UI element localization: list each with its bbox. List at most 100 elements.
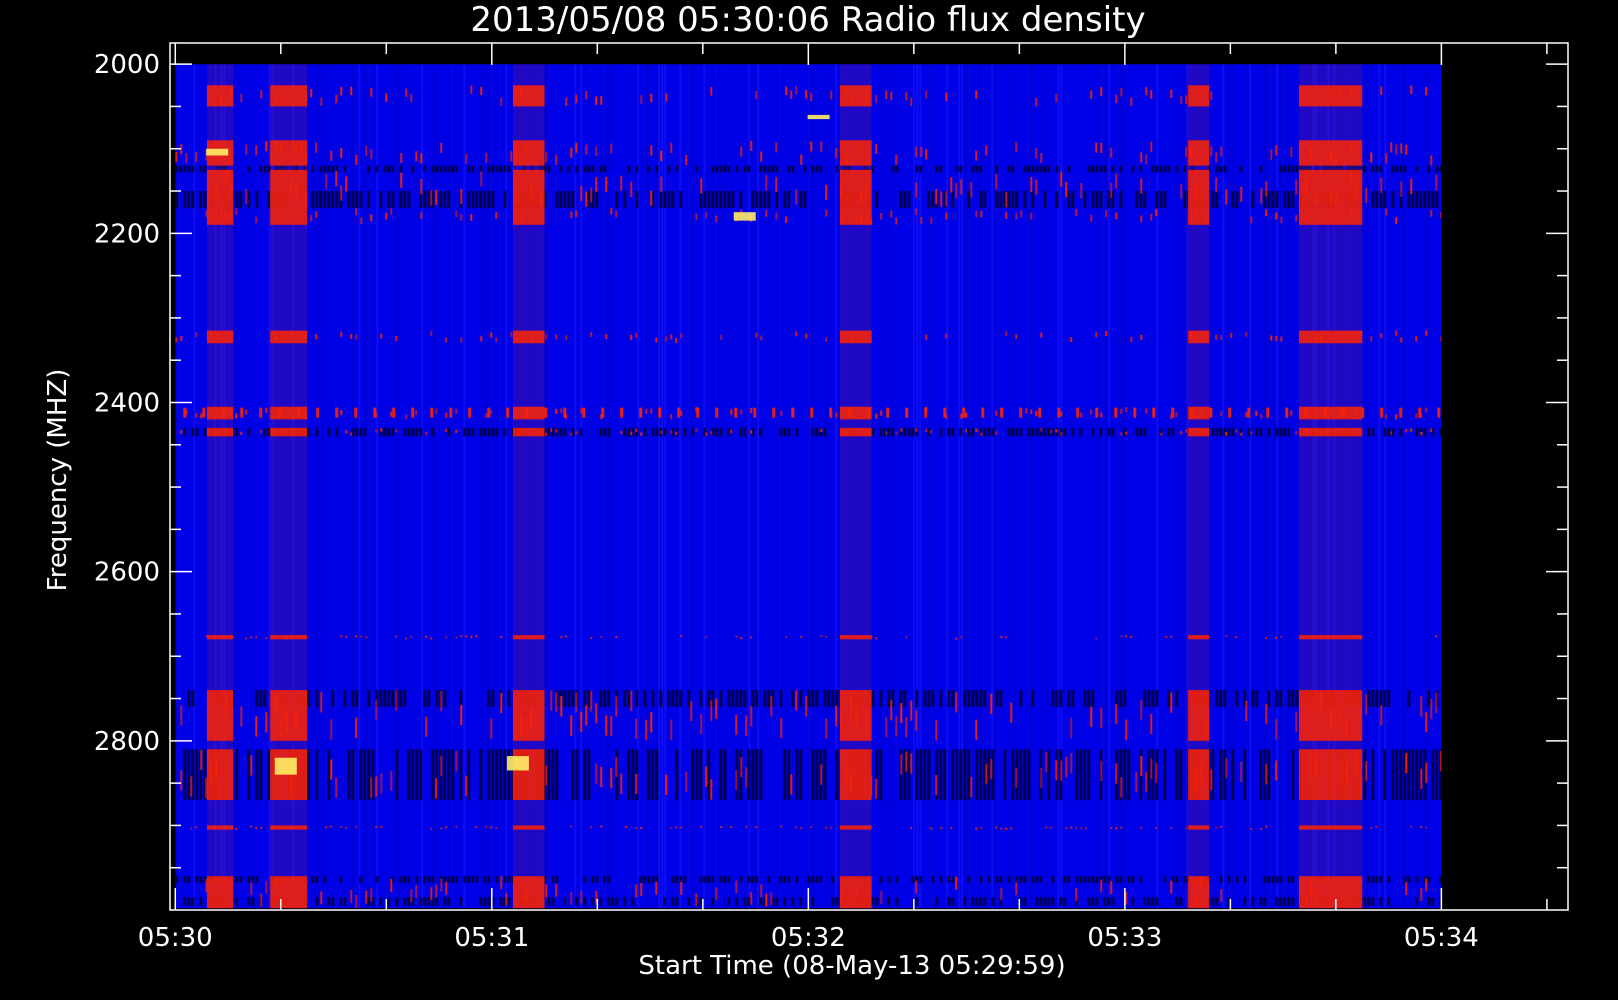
heatmap-dark-cell <box>627 427 631 437</box>
heatmap-rfi-cell <box>550 690 553 711</box>
heatmap-dark-cell <box>963 897 967 906</box>
heatmap-dark-cell <box>1243 897 1247 906</box>
heatmap-dark-cell <box>971 165 975 173</box>
heatmap-dark-cell <box>1371 897 1375 906</box>
heatmap-streak <box>778 64 781 909</box>
heatmap-rfi-cell <box>1390 142 1393 153</box>
heatmap-periodic-dot <box>753 407 757 418</box>
heatmap-dark-cell <box>423 897 427 906</box>
heatmap-burst-cell <box>1188 85 1210 107</box>
heatmap-rfi-cell <box>650 712 653 733</box>
heatmap-rfi-cell <box>1155 209 1158 216</box>
heatmap-dark-cell <box>607 427 611 437</box>
heatmap-rfi-cell <box>255 827 258 830</box>
heatmap-dark-cell <box>971 897 975 906</box>
heatmap-rfi-cell <box>1180 95 1183 105</box>
heatmap-dark-cell <box>1431 897 1435 906</box>
heatmap-dark-cell <box>1027 749 1031 801</box>
heatmap-rfi-cell <box>1375 825 1378 828</box>
heatmap-rfi-cell <box>1380 705 1383 726</box>
heatmap-dark-cell <box>503 427 507 437</box>
heatmap-dark-cell <box>451 876 455 883</box>
heatmap-dark-cell <box>763 191 767 208</box>
heatmap-rfi-cell <box>370 777 373 798</box>
heatmap-dark-cell <box>835 165 839 173</box>
heatmap-rfi-cell <box>1370 152 1373 163</box>
heatmap-rfi-cell <box>1295 179 1298 195</box>
heatmap-rfi-cell <box>375 826 378 829</box>
heatmap-dark-cell <box>775 191 779 208</box>
heatmap-dark-cell <box>959 165 963 173</box>
heatmap-periodic-dot <box>582 407 586 418</box>
heatmap-rfi-cell <box>735 714 738 736</box>
heatmap-dark-cell <box>583 876 587 883</box>
heatmap-rfi-cell <box>1125 635 1128 638</box>
heatmap-rfi-cell <box>1245 700 1248 722</box>
heatmap-periodic-dot <box>981 407 985 418</box>
heatmap-rfi-cell <box>650 408 653 414</box>
heatmap-rfi-cell <box>660 430 663 435</box>
heatmap-dark-cell <box>667 690 671 707</box>
heatmap-dark-cell <box>1383 191 1387 208</box>
heatmap-rfi-cell <box>820 141 823 152</box>
heatmap-rfi-cell <box>1430 209 1433 217</box>
heatmap-dark-cell <box>1435 165 1439 173</box>
heatmap-dark-cell <box>755 690 759 707</box>
heatmap-dark-cell <box>1167 690 1171 707</box>
heatmap-rfi-cell <box>945 190 948 207</box>
heatmap-rfi-cell <box>955 183 958 199</box>
heatmap-dark-cell <box>979 749 983 801</box>
heatmap-rfi-cell <box>330 719 333 740</box>
heatmap-dark-cell <box>1163 191 1167 208</box>
heatmap-dark-cell <box>495 749 499 801</box>
heatmap-dark-cell <box>759 191 763 208</box>
heatmap-dark-cell <box>247 897 251 906</box>
heatmap-rfi-cell <box>1380 333 1383 339</box>
heatmap-rfi-cell <box>1080 183 1083 199</box>
heatmap-rfi-cell <box>600 96 603 105</box>
heatmap-rfi-cell <box>795 826 798 829</box>
heatmap-dark-cell <box>487 165 491 173</box>
heatmap-dark-cell <box>755 749 759 801</box>
heatmap-rfi-cell <box>830 90 833 100</box>
heatmap-dark-cell <box>307 749 311 801</box>
heatmap-dark-cell <box>719 749 723 801</box>
heatmap-rfi-cell <box>365 890 368 904</box>
heatmap-dark-cell <box>1215 427 1219 437</box>
heatmap-rfi-cell <box>640 883 643 896</box>
heatmap-rfi-cell <box>1115 703 1118 725</box>
heatmap-dark-cell <box>783 749 787 801</box>
heatmap-rfi-cell <box>1265 209 1268 217</box>
heatmap-dark-cell <box>1235 191 1239 208</box>
heatmap-dark-cell <box>1119 165 1123 173</box>
heatmap-rfi-cell <box>555 408 558 414</box>
heatmap-dark-cell <box>1031 427 1035 437</box>
heatmap-rfi-cell <box>995 174 998 190</box>
heatmap-dark-cell <box>1379 876 1383 883</box>
heatmap-dark-cell <box>483 876 487 883</box>
heatmap-rfi-cell <box>1030 212 1033 220</box>
heatmap-dark-cell <box>191 690 195 707</box>
heatmap-rfi-cell <box>830 826 833 829</box>
heatmap-rfi-cell <box>1370 826 1373 829</box>
heatmap-rfi-cell <box>195 152 198 163</box>
heatmap-dark-cell <box>1083 191 1087 208</box>
heatmap-dark-cell <box>387 191 391 208</box>
heatmap-dark-cell <box>423 165 427 173</box>
heatmap-rfi-cell <box>320 891 323 905</box>
heatmap-dark-cell <box>927 427 931 437</box>
heatmap-dark-cell <box>1063 427 1067 437</box>
heatmap-rfi-cell <box>1120 432 1123 436</box>
heatmap-rfi-cell <box>1295 711 1298 733</box>
heatmap-periodic-dot <box>943 407 947 418</box>
heatmap-periodic-dot <box>449 407 453 418</box>
heatmap-rfi-cell <box>900 702 903 724</box>
heatmap-dark-cell <box>307 427 311 437</box>
heatmap-dark-cell <box>567 165 571 173</box>
heatmap-dark-cell <box>1391 165 1395 173</box>
heatmap-rfi-cell <box>440 690 443 712</box>
heatmap-rfi-cell <box>460 337 463 343</box>
heatmap-dark-cell <box>671 897 675 906</box>
heatmap-rfi-cell <box>1150 713 1153 735</box>
heatmap-periodic-dot <box>677 407 681 418</box>
